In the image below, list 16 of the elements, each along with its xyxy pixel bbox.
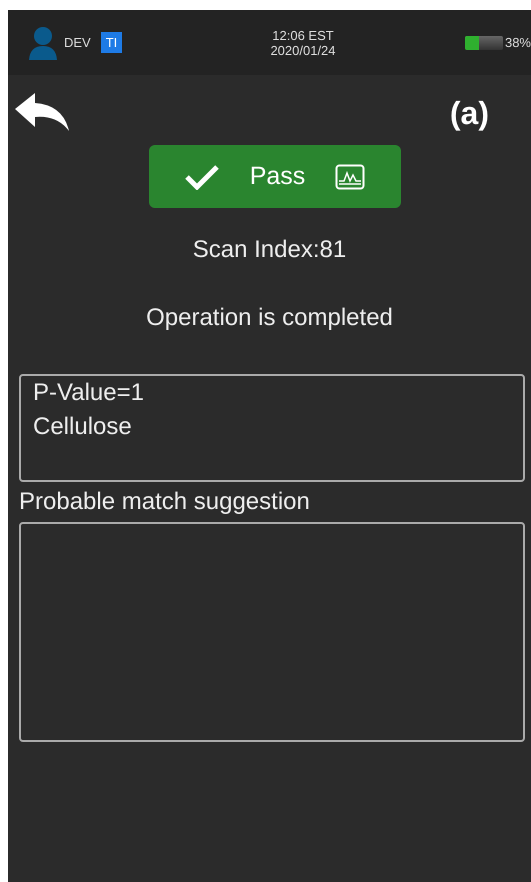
user-icon: [28, 26, 58, 60]
check-icon: [184, 164, 220, 190]
scan-index: Scan Index:81: [192, 236, 348, 264]
user-badge: TI: [100, 32, 122, 53]
figure-label: (a): [450, 94, 489, 132]
battery-icon: [464, 36, 503, 50]
status-message: Operation is completed: [145, 304, 394, 332]
status-time: 12:06 EST: [272, 28, 334, 42]
user-name: DEV: [64, 35, 91, 50]
battery-reading: 38%: [504, 35, 531, 50]
pass-button[interactable]: Pass: [148, 145, 400, 208]
suggestion-label: Probable match suggestion: [19, 488, 311, 516]
spectrum-icon: [335, 164, 366, 190]
result-box: P-Value=1 Cellulose: [19, 374, 525, 482]
status-date: 2020/01/24: [270, 42, 336, 58]
back-icon[interactable]: [13, 93, 71, 133]
